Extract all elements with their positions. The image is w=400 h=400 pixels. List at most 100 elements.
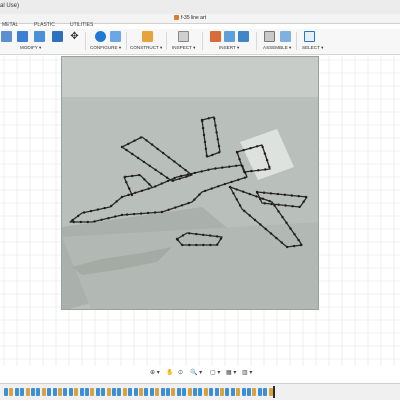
edge-marker — [203, 140, 207, 144]
timeline-feature[interactable] — [58, 388, 62, 396]
select-menu[interactable]: SELECT ▾ — [302, 45, 323, 51]
timeline-feature[interactable] — [171, 388, 176, 396]
new-component-icon[interactable] — [264, 31, 275, 42]
zoom-icon[interactable]: 🔍 ▾ — [190, 369, 202, 376]
timeline-feature[interactable] — [176, 388, 181, 396]
timeline-marker[interactable] — [273, 386, 275, 398]
timeline-feature[interactable] — [20, 388, 25, 396]
insert-mesh-icon[interactable] — [224, 31, 235, 42]
separator — [296, 32, 297, 50]
edge-marker — [277, 203, 280, 206]
construct-menu[interactable]: CONSTRUCT ▾ — [130, 45, 162, 51]
timeline-feature[interactable] — [9, 388, 14, 396]
display-settings-icon[interactable]: ▢ ▾ — [210, 369, 220, 376]
fillet-icon[interactable] — [17, 31, 28, 42]
timeline-feature[interactable] — [203, 388, 208, 396]
timeline-feature[interactable] — [166, 388, 170, 396]
app-title: al Use) — [0, 3, 20, 9]
move-icon[interactable]: ✥ — [69, 31, 80, 42]
chamfer-icon[interactable] — [34, 31, 45, 42]
timeline-feature[interactable] — [182, 388, 187, 396]
edge-marker — [221, 166, 224, 169]
timeline-feature[interactable] — [160, 388, 165, 396]
edge-marker — [154, 185, 157, 188]
timeline-feature[interactable] — [85, 388, 89, 396]
grid-settings-icon[interactable]: ▦ ▾ — [226, 369, 236, 376]
pan-icon[interactable]: ✋ — [166, 369, 173, 376]
modify-menu[interactable]: MODIFY ▾ — [20, 45, 41, 51]
timeline-feature[interactable] — [25, 388, 30, 396]
timeline-feature[interactable] — [74, 388, 79, 396]
timeline-feature[interactable] — [230, 388, 235, 396]
shell-icon[interactable] — [52, 31, 63, 42]
timeline-feature[interactable] — [31, 388, 35, 396]
timeline-feature[interactable] — [128, 388, 133, 396]
edge-marker — [249, 147, 252, 150]
timeline-feature[interactable] — [112, 388, 116, 396]
measure-icon[interactable] — [178, 31, 189, 42]
timeline-feature[interactable] — [193, 388, 197, 396]
edge-marker — [217, 145, 221, 148]
timeline-feature[interactable] — [122, 388, 127, 396]
timeline-feature[interactable] — [4, 388, 8, 396]
timeline-feature[interactable] — [47, 388, 52, 396]
timeline-feature[interactable] — [247, 388, 251, 396]
timeline-feature[interactable] — [106, 388, 111, 396]
timeline[interactable] — [0, 383, 400, 400]
timeline-feature[interactable] — [198, 388, 203, 396]
timeline-feature[interactable] — [101, 388, 106, 396]
timeline-feature[interactable] — [41, 388, 46, 396]
offset-plane-icon[interactable] — [142, 31, 153, 42]
timeline-feature[interactable] — [133, 388, 138, 396]
edge-marker — [209, 243, 212, 247]
edge-marker — [131, 152, 134, 156]
timeline-feature[interactable] — [155, 388, 160, 396]
timeline-feature[interactable] — [36, 388, 41, 396]
timeline-feature[interactable] — [95, 388, 100, 396]
timeline-feature[interactable] — [214, 388, 219, 396]
timeline-feature[interactable] — [187, 388, 192, 396]
attached-canvas-image[interactable] — [61, 56, 319, 310]
inspect-menu[interactable]: INSPECT ▾ — [172, 45, 195, 51]
joint-icon[interactable] — [280, 31, 291, 42]
timeline-feature[interactable] — [90, 388, 95, 396]
timeline-feature[interactable] — [257, 388, 262, 396]
timeline-feature[interactable] — [241, 388, 246, 396]
timeline-feature[interactable] — [225, 388, 230, 396]
orbit-icon[interactable]: ⊕ ▾ — [150, 369, 160, 376]
insert-menu[interactable]: INSERT ▾ — [219, 45, 239, 51]
edge-marker — [195, 243, 198, 247]
tab-plastic[interactable]: PLASTIC — [34, 22, 55, 28]
look-at-icon[interactable]: ⊙ — [178, 369, 183, 376]
edge-marker — [262, 191, 266, 194]
timeline-feature[interactable] — [144, 388, 149, 396]
timeline-feature[interactable] — [209, 388, 214, 396]
assemble-menu[interactable]: ASSEMBLE ▾ — [263, 45, 291, 51]
edge-marker — [120, 195, 124, 199]
timeline-feature[interactable] — [68, 388, 73, 396]
press-pull-icon[interactable] — [1, 31, 12, 42]
timeline-feature[interactable] — [14, 388, 19, 396]
timeline-feature[interactable] — [220, 388, 224, 396]
timeline-feature[interactable] — [63, 388, 68, 396]
timeline-feature[interactable] — [263, 388, 268, 396]
tab-utilities[interactable]: UTILITIES — [70, 22, 93, 28]
table-icon[interactable] — [110, 31, 121, 42]
edge-marker — [142, 160, 146, 164]
select-icon[interactable] — [304, 31, 315, 42]
insert-derive-icon[interactable] — [210, 31, 221, 42]
timeline-feature[interactable] — [52, 388, 57, 396]
timeline-feature[interactable] — [139, 388, 143, 396]
tab-metal[interactable]: METAL — [2, 22, 18, 28]
timeline-feature[interactable] — [117, 388, 122, 396]
configure-icon[interactable] — [95, 31, 106, 42]
timeline-feature[interactable] — [79, 388, 84, 396]
canvas-image-icon[interactable] — [238, 31, 249, 42]
configure-menu[interactable]: CONFIGURE ▾ — [90, 45, 121, 51]
timeline-feature[interactable] — [268, 388, 273, 396]
timeline-feature[interactable] — [236, 388, 241, 396]
edge-marker — [250, 169, 253, 173]
timeline-feature[interactable] — [252, 388, 257, 396]
viewports-icon[interactable]: ▥ ▾ — [242, 369, 252, 376]
timeline-feature[interactable] — [149, 388, 154, 396]
